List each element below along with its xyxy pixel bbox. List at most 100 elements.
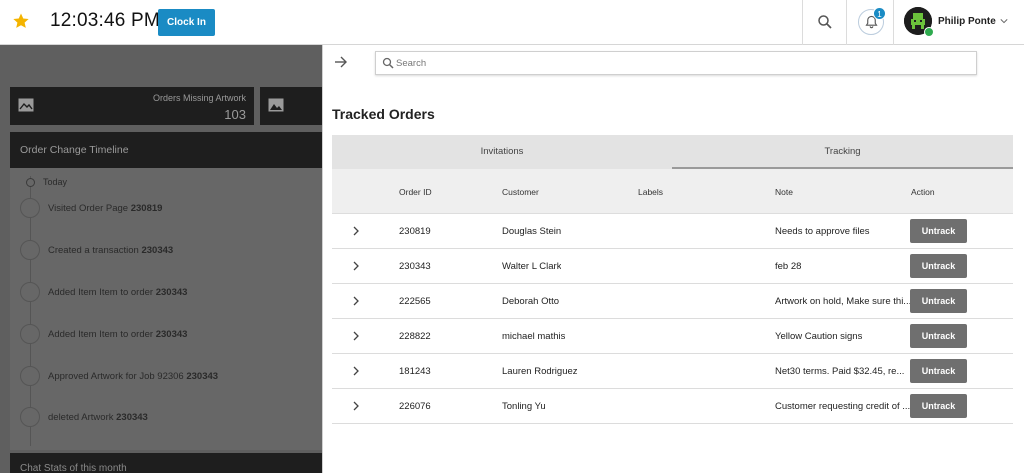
- timeline-title: Order Change Timeline: [20, 144, 129, 156]
- table-header: Order ID Customer Labels Note Action: [332, 169, 1013, 214]
- timeline-text: deleted Artwork: [48, 412, 114, 423]
- timeline-today-dot: [26, 178, 35, 187]
- clock-in-button[interactable]: Clock In: [158, 9, 215, 36]
- card-value: 103: [224, 107, 246, 122]
- order-note: Net30 terms. Paid $32.45, re...: [775, 366, 905, 377]
- timeline-ref: 230343: [186, 371, 219, 382]
- table-row[interactable]: 222565 Deborah Otto Artwork on hold, Mak…: [332, 284, 1013, 319]
- order-id: 230819: [399, 226, 431, 237]
- timeline-dot: [20, 366, 40, 386]
- order-id: 226076: [399, 401, 431, 412]
- online-status-indicator: [924, 27, 934, 37]
- chevron-right-icon[interactable]: [352, 226, 360, 236]
- timeline-ref: 230343: [155, 287, 188, 298]
- table-row[interactable]: 228822 michael mathis Yellow Caution sig…: [332, 319, 1013, 354]
- timeline-item: Added Item Item to order 230343: [20, 324, 320, 344]
- image-icon: [18, 98, 34, 112]
- customer-name: Lauren Rodriguez: [502, 366, 578, 377]
- timeline-ref: 230343: [141, 245, 174, 256]
- timeline-text: Added Item Item to order: [48, 329, 154, 340]
- orders-missing-artwork-card[interactable]: Orders Missing Artwork 103: [10, 87, 254, 125]
- timeline-text: Approved Artwork for Job 92306: [48, 371, 184, 382]
- timeline-ref: 230343: [116, 412, 148, 423]
- timeline-dot: [20, 282, 40, 302]
- chat-stats-header: Chat Stats of this month: [10, 453, 322, 473]
- image-icon: [268, 98, 284, 112]
- secondary-card[interactable]: [260, 87, 322, 125]
- search-icon: [382, 57, 394, 69]
- divider: [802, 0, 803, 45]
- timeline-item: deleted Artwork 230343: [20, 407, 320, 427]
- arrow-right-icon[interactable]: [334, 55, 348, 69]
- column-header-order-id[interactable]: Order ID: [399, 187, 432, 197]
- customer-name: Deborah Otto: [502, 296, 560, 307]
- card-title: Orders Missing Artwork: [152, 93, 246, 103]
- timeline-text: Created a transaction: [48, 245, 139, 256]
- column-header-action: Action: [911, 187, 935, 197]
- table-row[interactable]: 181243 Lauren Rodriguez Net30 terms. Pai…: [332, 354, 1013, 389]
- untrack-button[interactable]: Untrack: [910, 219, 967, 243]
- search-bar[interactable]: [375, 51, 977, 75]
- order-id: 181243: [399, 366, 431, 377]
- star-icon[interactable]: [12, 12, 30, 30]
- timeline-dot: [20, 198, 40, 218]
- timeline-item: Approved Artwork for Job 92306 230343: [20, 366, 320, 386]
- timeline-dot: [20, 407, 40, 427]
- order-id: 222565: [399, 296, 431, 307]
- timeline-dot: [20, 240, 40, 260]
- clock-display: 12:03:46 PM: [50, 10, 160, 31]
- chat-stats-title: Chat Stats of this month: [20, 463, 127, 473]
- chevron-right-icon[interactable]: [352, 261, 360, 271]
- divider: [893, 0, 894, 45]
- timeline-today-label: Today: [43, 177, 68, 187]
- timeline-ref: 230343: [155, 329, 188, 340]
- untrack-button[interactable]: Untrack: [910, 254, 967, 278]
- timeline-dot: [20, 324, 40, 344]
- customer-name: Douglas Stein: [502, 226, 562, 237]
- table-row[interactable]: 230819 Douglas Stein Needs to approve fi…: [332, 214, 1013, 249]
- chevron-right-icon[interactable]: [352, 331, 360, 341]
- timeline: Today Visited Order Page 230819 Created …: [10, 168, 322, 450]
- order-note: Customer requesting credit of ...: [775, 401, 911, 412]
- user-name[interactable]: Philip Ponte: [938, 16, 996, 27]
- column-header-labels[interactable]: Labels: [638, 187, 663, 197]
- dashboard-backdrop: Orders Missing Artwork 103 Order Change …: [0, 45, 322, 473]
- order-note: feb 28: [775, 261, 802, 272]
- chevron-right-icon[interactable]: [352, 296, 360, 306]
- untrack-button[interactable]: Untrack: [910, 394, 967, 418]
- order-note: Artwork on hold, Make sure thi...: [775, 296, 912, 307]
- chevron-right-icon[interactable]: [352, 366, 360, 376]
- timeline-header: Order Change Timeline: [10, 132, 322, 168]
- order-id: 228822: [399, 331, 431, 342]
- timeline-item: Created a transaction 230343: [20, 240, 320, 260]
- untrack-button[interactable]: Untrack: [910, 289, 967, 313]
- order-note: Yellow Caution signs: [775, 331, 863, 342]
- page-title: Tracked Orders: [332, 106, 435, 122]
- top-bar: 12:03:46 PM Clock In 1 Philip Ponte: [0, 0, 1024, 45]
- search-input[interactable]: [396, 55, 956, 71]
- notification-badge: 1: [873, 7, 886, 20]
- untrack-button[interactable]: Untrack: [910, 359, 967, 383]
- search-icon[interactable]: [816, 13, 834, 31]
- timeline-text: Added Item Item to order: [48, 287, 154, 298]
- table-row[interactable]: 230343 Walter L Clark feb 28 Untrack: [332, 249, 1013, 284]
- customer-name: Tonling Yu: [502, 401, 546, 412]
- divider: [846, 0, 847, 45]
- customer-name: michael mathis: [502, 331, 566, 342]
- tab-invitations[interactable]: Invitations: [332, 135, 672, 169]
- tab-tracking[interactable]: Tracking: [672, 135, 1013, 169]
- chevron-down-icon[interactable]: [1000, 17, 1008, 25]
- customer-name: Walter L Clark: [502, 261, 562, 272]
- column-header-customer[interactable]: Customer: [502, 187, 539, 197]
- untrack-button[interactable]: Untrack: [910, 324, 967, 348]
- order-id: 230343: [399, 261, 431, 272]
- column-header-note[interactable]: Note: [775, 187, 793, 197]
- chevron-right-icon[interactable]: [352, 401, 360, 411]
- timeline-item: Added Item Item to order 230343: [20, 282, 320, 302]
- tab-bar: Invitations Tracking: [332, 135, 1013, 169]
- order-note: Needs to approve files: [775, 226, 870, 237]
- timeline-ref: 230819: [130, 203, 163, 214]
- tracked-orders-drawer: Tracked Orders Invitations Tracking Orde…: [322, 45, 1024, 473]
- table-row[interactable]: 226076 Tonling Yu Customer requesting cr…: [332, 389, 1013, 424]
- timeline-text: Visited Order Page: [48, 203, 129, 214]
